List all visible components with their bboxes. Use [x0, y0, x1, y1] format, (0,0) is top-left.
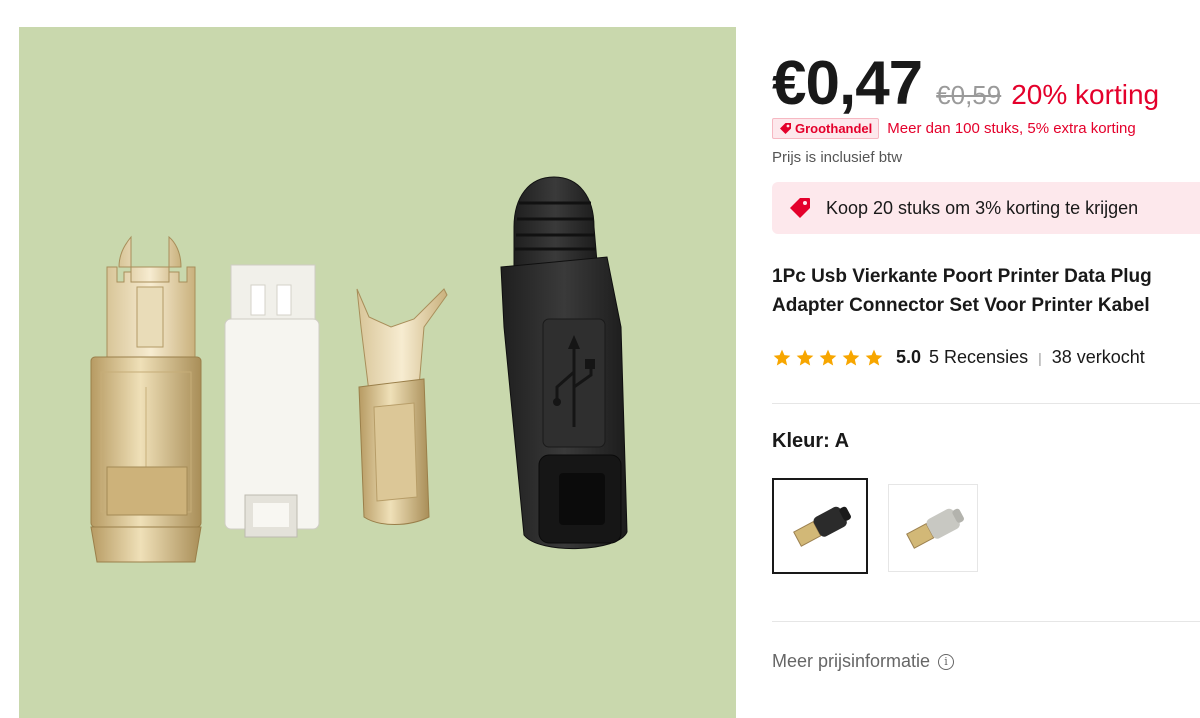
product-title: 1Pc Usb Vierkante Poort Printer Data Plu…	[772, 262, 1200, 320]
connector-black-thumbnail-icon	[793, 506, 851, 547]
plastic-boot	[500, 176, 628, 549]
star-icon	[865, 349, 883, 365]
sold-count: 38 verkocht	[1051, 347, 1145, 367]
reviews-link[interactable]: 5 Recensies	[929, 347, 1028, 368]
metal-clip	[356, 288, 448, 525]
product-title-line-1: 1Pc Usb Vierkante Poort Printer Data Plu…	[772, 266, 1152, 287]
vat-note: Prijs is inclusief btw	[772, 149, 903, 166]
color-option-a[interactable]	[772, 478, 868, 574]
rating-score: 5.0	[896, 347, 922, 367]
divider	[772, 621, 1200, 622]
metal-shell	[90, 235, 202, 563]
star-rating	[772, 348, 884, 368]
star-icon	[773, 349, 791, 365]
white-insert	[224, 264, 320, 538]
product-image[interactable]	[19, 27, 736, 718]
more-price-info[interactable]: Meer prijsinformatie i	[772, 651, 955, 672]
product-title-line-2: Adapter Connector Set Voor Printer Kabel	[772, 295, 1150, 316]
promo-text: Koop 20 stuks om 3% korting te krijgen	[826, 197, 1139, 218]
divider	[772, 403, 1200, 404]
info-icon[interactable]: i	[938, 653, 955, 670]
color-option-b[interactable]	[888, 484, 978, 572]
original-price: €0,59	[936, 80, 1002, 110]
separator: |	[1038, 349, 1042, 366]
wholesale-row[interactable]: Groothandel Meer dan 100 stuks, 5% extra…	[772, 118, 1136, 139]
tag-icon	[780, 123, 791, 134]
star-icon	[842, 349, 860, 365]
color-label: Kleur: A	[772, 430, 850, 452]
more-price-info-label: Meer prijsinformatie	[772, 651, 931, 671]
discount-label: 20% korting	[1011, 79, 1160, 110]
promo-banner[interactable]: Koop 20 stuks om 3% korting te krijgen	[772, 182, 1200, 234]
star-icon	[819, 349, 837, 365]
wholesale-badge: Groothandel	[772, 118, 880, 139]
usb-connector-parts-illustration	[90, 176, 628, 563]
rating-row[interactable]: 5.0 5 Recensies | 38 verkocht	[772, 347, 1145, 368]
price-row: €0,47 €0,59 20% korting	[772, 48, 1159, 119]
price-tag-icon	[788, 196, 812, 220]
star-icon	[796, 349, 814, 365]
wholesale-text: Meer dan 100 stuks, 5% extra korting	[887, 120, 1136, 137]
wholesale-badge-label: Groothandel	[795, 121, 873, 136]
product-info-panel: €0,47 €0,59 20% korting Groothandel Meer d…	[772, 0, 1200, 718]
current-price: €0,47	[772, 49, 923, 118]
connector-grey-thumbnail-icon	[906, 508, 964, 549]
